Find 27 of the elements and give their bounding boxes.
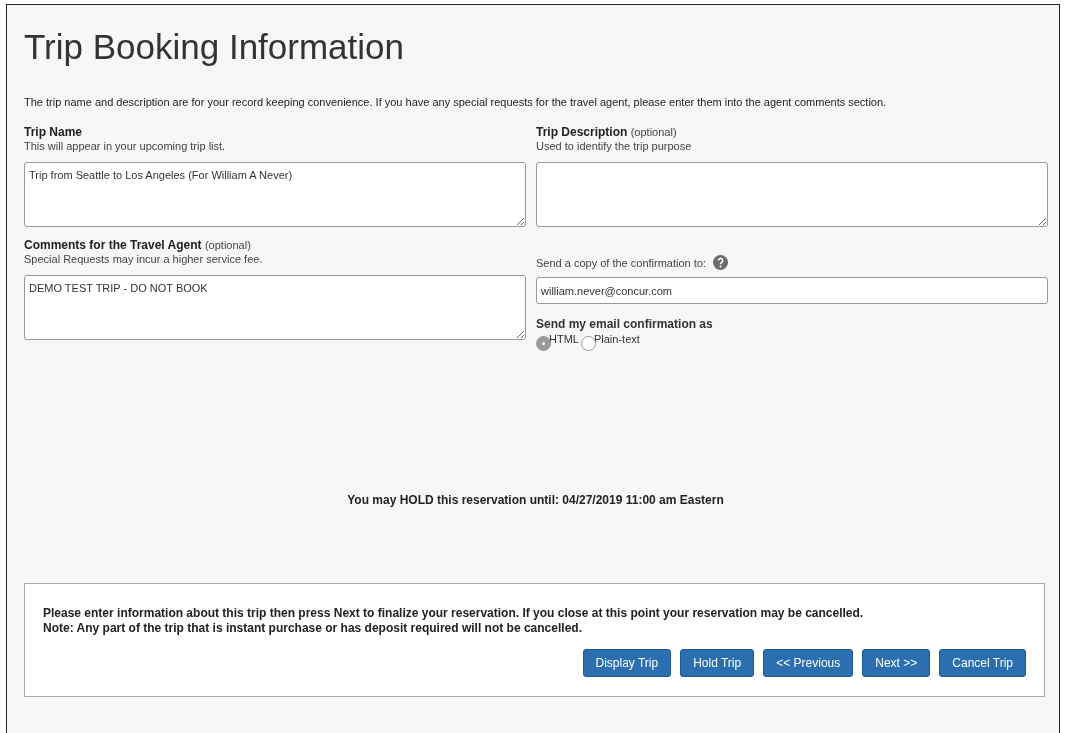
action-button[interactable]: Display Trip — [582, 649, 672, 677]
format-radio[interactable]: Plain-text — [580, 333, 640, 351]
email-field[interactable]: william.never@concur.com — [536, 277, 1048, 304]
optional-note: (optional) — [204, 239, 251, 251]
footer-message: Note: Any part of the trip that is instant purchase or has deposit required will not be cancelled. — [43, 621, 583, 636]
action-button[interactable]: << Previous — [763, 649, 854, 677]
action-button[interactable]: Next >> — [862, 649, 931, 677]
format-radio[interactable]: HTML — [536, 333, 579, 351]
field-label: Trip Description — [536, 125, 628, 139]
footer-message: Please enter information about this trip then press Next to finalize your reservation. If you close at this point your reservation may be cancelled. — [43, 606, 865, 621]
action-button[interactable]: Cancel Trip — [939, 649, 1026, 677]
comments-field[interactable]: DEMO TEST TRIP - DO NOT BOOK — [24, 275, 526, 340]
optional-note: (optional) — [630, 126, 677, 138]
help-icon[interactable] — [713, 255, 728, 270]
action-button[interactable]: Hold Trip — [680, 649, 755, 677]
field-label: Comments for the Travel Agent — [24, 238, 202, 252]
field-hint: This will appear in your upcoming trip list. — [24, 139, 227, 153]
field-hint: Special Requests may incur a higher service fee. — [24, 252, 264, 266]
hold-notice: You may HOLD this reservation until: 04/27/2019 11:00 am Eastern — [346, 493, 725, 507]
trip-name-field[interactable]: Trip from Seattle to Los Angeles (For William A Never) — [24, 162, 526, 227]
trip-description-field[interactable] — [536, 162, 1048, 227]
field-label: Send a copy of the confirmation to: — [536, 256, 706, 269]
field-label: Trip Name — [24, 125, 83, 139]
field-label: Send my email confirmation as — [536, 317, 714, 331]
intro-text: The trip name and description are for your record keeping convenience. If you have any special requests for the travel agent, please enter them into the agent comments section. — [24, 97, 888, 108]
page-title: Trip Booking Information — [24, 27, 405, 67]
field-hint: Used to identify the trip purpose — [536, 139, 693, 153]
